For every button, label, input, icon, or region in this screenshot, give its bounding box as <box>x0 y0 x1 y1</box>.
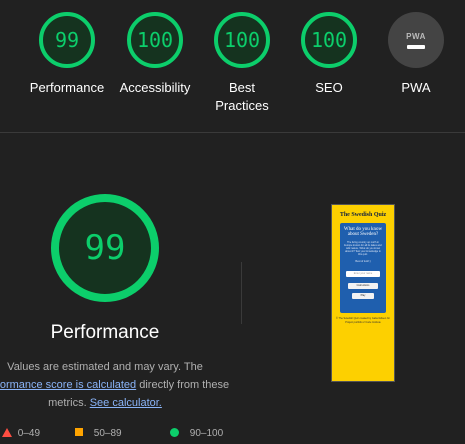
thumb-quiz-card: What do you know about Sweden? The livin… <box>340 223 386 313</box>
performance-description: Values are estimated and may vary. The p… <box>0 358 230 412</box>
performance-big-gauge: 99 <box>51 194 159 302</box>
performance-score-ring: 99 <box>39 12 95 68</box>
performance-title: Performance <box>50 322 160 343</box>
thumb-play-button: Play <box>352 293 374 299</box>
legend-fail: 0–49 <box>2 428 40 439</box>
section-divider <box>0 132 465 133</box>
best-practices-score-ring: 100 <box>214 12 270 68</box>
average-square-icon <box>75 428 83 436</box>
performance-score-link[interactable]: performance score is calculated <box>0 379 136 391</box>
seo-score: 100 <box>310 28 348 52</box>
thumb-title: The Swedish Quiz <box>339 212 387 218</box>
performance-label: Performance <box>29 80 105 95</box>
best-practices-score: 100 <box>223 28 261 52</box>
gauge-best-practices[interactable]: 100 Best Practices <box>196 12 288 115</box>
pass-circle-icon <box>170 428 179 437</box>
performance-big-score: 99 <box>84 228 126 268</box>
seo-label: SEO <box>315 80 343 95</box>
fail-triangle-icon <box>2 428 12 437</box>
accessibility-score: 100 <box>136 28 174 52</box>
thumb-intro: The living country up north in Europe kn… <box>344 241 382 256</box>
best-practices-label: Best Practices <box>215 80 269 113</box>
pwa-label: PWA <box>401 80 431 95</box>
gauge-performance[interactable]: 99 Performance <box>21 12 113 97</box>
thumb-heading: What do you know about Sweden? <box>343 227 383 237</box>
legend-pass: 90–100 <box>170 428 223 439</box>
performance-score: 99 <box>54 28 80 52</box>
pwa-dash-icon <box>407 44 425 49</box>
accessibility-score-ring: 100 <box>127 12 183 68</box>
gauge-seo[interactable]: 100 SEO <box>283 12 375 97</box>
gauge-pwa[interactable]: PWA PWA <box>370 12 462 97</box>
vertical-divider <box>241 262 242 324</box>
legend-fail-range: 0–49 <box>17 428 41 439</box>
seo-score-ring: 100 <box>301 12 357 68</box>
legend-average-range: 50–89 <box>93 428 122 439</box>
legend-pass-range: 90–100 <box>189 428 224 439</box>
score-legend: 0–49 50–89 90–100 <box>0 425 465 444</box>
thumb-footer: © The Swedish Quiz created by Isabel Ebs… <box>336 317 390 324</box>
category-gauges: 99 Performance 100 Accessibility 100 Bes… <box>0 0 465 132</box>
accessibility-label: Accessibility <box>119 80 191 95</box>
thumb-name-input: Enter your name <box>346 271 380 277</box>
pwa-badge-text: PWA <box>406 31 426 41</box>
thumb-best: Best of luck!:) <box>355 260 371 263</box>
final-screenshot-thumbnail[interactable]: The Swedish Quiz What do you know about … <box>331 204 395 382</box>
see-calculator-link[interactable]: See calculator. <box>90 397 162 409</box>
pwa-badge: PWA <box>388 12 444 68</box>
thumb-instructions-button: Instructions <box>348 283 378 289</box>
legend-average: 50–89 <box>75 428 122 439</box>
desc-prefix: Values are estimated and may vary. The <box>7 361 203 373</box>
gauge-accessibility[interactable]: 100 Accessibility <box>109 12 201 97</box>
